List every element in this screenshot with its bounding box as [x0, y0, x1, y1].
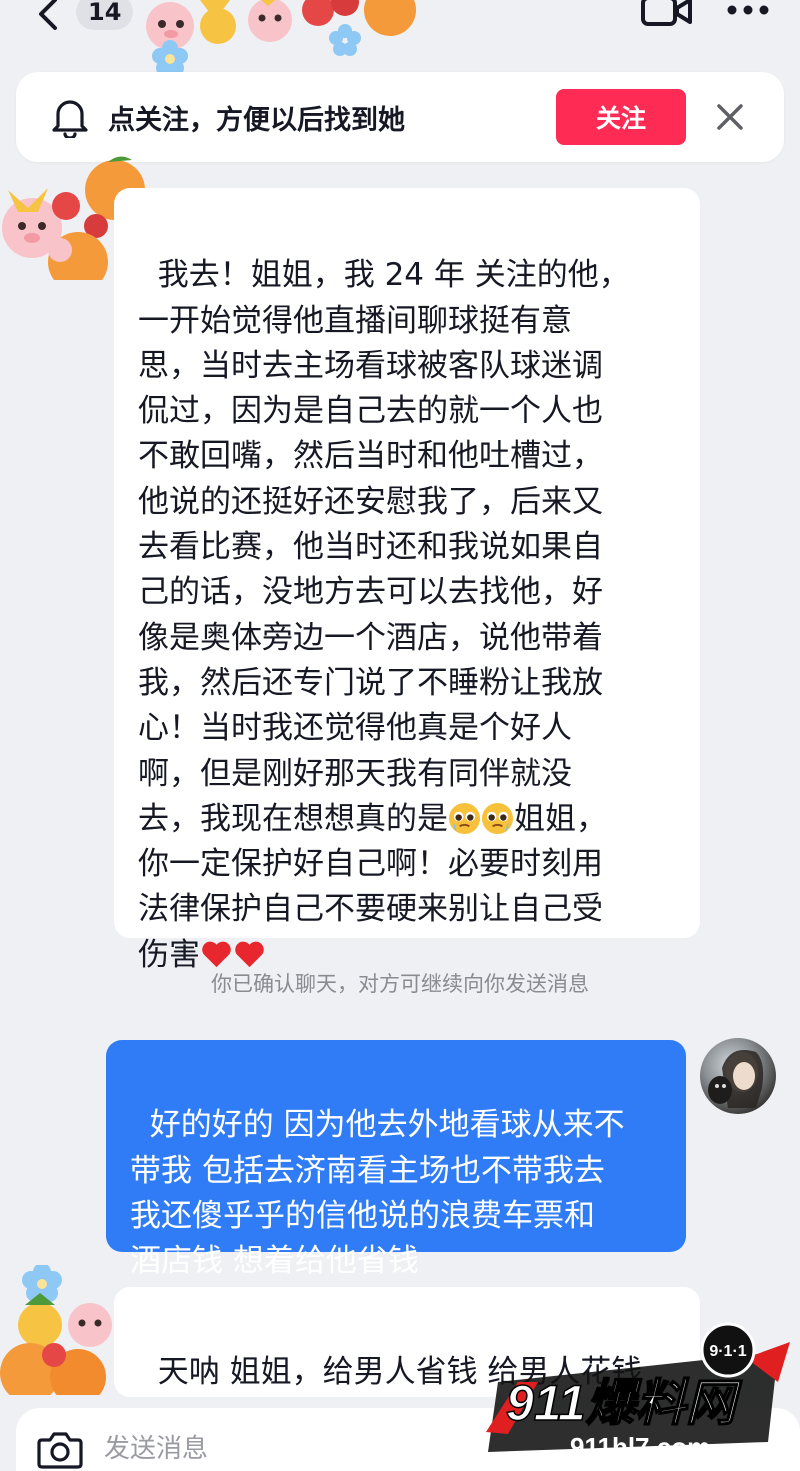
pleading-face-emoji-icon — [481, 802, 514, 834]
avatar-sticker-decoration — [146, 0, 416, 76]
message-input[interactable] — [104, 1426, 484, 1471]
red-heart-icon — [235, 941, 264, 967]
follow-button[interactable]: 关注 — [556, 89, 686, 145]
follow-banner: 点关注，方便以后找到她 关注 — [16, 72, 784, 162]
camera-icon — [37, 1432, 83, 1469]
back-button[interactable] — [28, 0, 68, 34]
message-bubble-incoming[interactable]: 我去！姐姐，我 24 年 关注的他， 一开始觉得他直播间聊球挺有意 思，当时去主… — [114, 188, 700, 973]
my-avatar[interactable] — [700, 1038, 776, 1114]
video-camera-icon — [641, 0, 692, 26]
user-photo-icon — [708, 1050, 764, 1108]
red-heart-icon — [202, 941, 231, 967]
watermark-title-text: 911爆料网 — [506, 1375, 743, 1431]
message-text: 好的好的 因为他去外地看球从来不 带我 包括去济南看主场也不带我去 我还傻乎乎的… — [130, 1107, 625, 1280]
video-call-button[interactable] — [640, 0, 694, 32]
pleading-face-emoji-icon — [448, 802, 481, 834]
watermark-badge-text: 9·1·1 — [709, 1343, 746, 1360]
follow-prompt-text: 点关注，方便以后找到她 — [108, 104, 405, 136]
chat-header: 14 — [0, 0, 800, 76]
close-icon — [717, 104, 743, 130]
more-options-button[interactable] — [722, 0, 774, 30]
unread-count-badge: 14 — [76, 0, 134, 30]
message-text: 我去！姐姐，我 24 年 关注的他， 一开始觉得他直播间聊球挺有意 思，当时去主… — [138, 257, 630, 837]
watermark-url-text: 911hl7.com — [570, 1432, 710, 1462]
more-dots-icon — [727, 5, 769, 15]
chat-confirmed-notice: 你已确认聊天，对方可继续向你发送消息 — [211, 972, 589, 996]
chevron-left-icon — [39, 0, 57, 30]
camera-button[interactable] — [36, 1428, 84, 1470]
bell-icon — [52, 100, 88, 138]
close-banner-button[interactable] — [712, 99, 748, 135]
911-watermark-logo: 9·1·1 911爆料网 911hl7.com — [486, 1322, 790, 1462]
message-bubble-outgoing[interactable]: 好的好的 因为他去外地看球从来不 带我 包括去济南看主场也不带我去 我还傻乎乎的… — [106, 1040, 686, 1279]
